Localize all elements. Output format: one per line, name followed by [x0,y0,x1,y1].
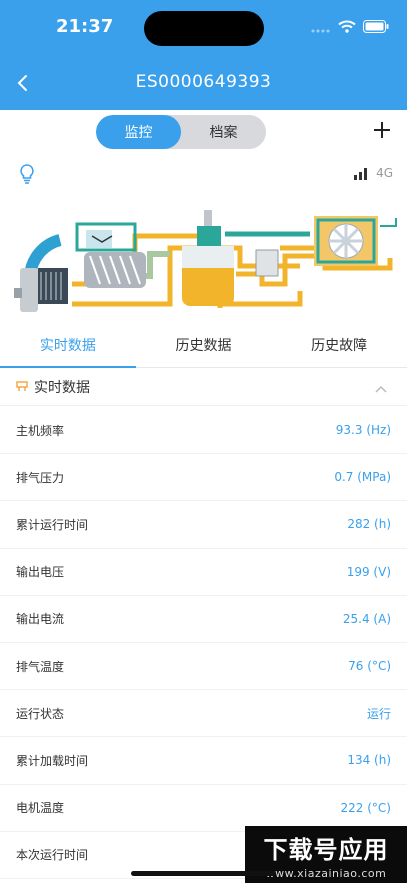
segment-archive[interactable]: 档案 [181,115,266,149]
watermark-main-text: 下载号应用 [263,835,389,864]
list-item: 累计运行时间 282 (h) [0,501,407,549]
chevron-up-icon[interactable] [375,380,387,399]
battery-icon [363,18,389,37]
row-value: 134 (h) [347,753,391,768]
list-item: 主机频率 93.3 (Hz) [0,407,407,455]
air-filter-assembly [75,222,137,252]
dynamic-island [144,11,264,46]
row-label: 排气压力 [16,470,65,485]
row-value: 25.4 (A) [342,611,391,626]
lightbulb-icon[interactable] [19,164,35,188]
valve-block [255,249,279,277]
home-indicator [131,871,276,876]
signal-bars-icon [354,168,368,180]
add-button[interactable] [373,119,391,143]
plus-icon [374,122,390,138]
separator-tank [182,210,234,306]
row-label: 运行状态 [16,706,65,721]
row-label: 累计加载时间 [16,753,89,768]
network-type-label: 4G [376,166,393,180]
cellular-icon [311,18,331,37]
row-label: 累计运行时间 [16,517,89,532]
row-label: 本次运行时间 [16,848,89,863]
list-item: 排气压力 0.7 (MPa) [0,454,407,502]
wifi-icon [338,18,356,37]
row-label: 输出电流 [16,612,65,627]
compressor-diagram [0,196,407,322]
row-value: 0.7 (MPa) [334,470,391,485]
motor-unit [14,268,68,312]
watermark-url: www.xiazainiao.com [265,866,387,880]
row-label: 排气温度 [16,659,65,674]
list-item: 排气温度 76 (°C) [0,643,407,691]
row-value: 282 (h) [347,517,391,532]
cooler-unit [314,216,397,266]
list-item: 电机温度 222 (°C) [0,785,407,832]
signal-indicator: 4G [354,166,393,180]
status-icons [311,18,389,37]
row-label: 电机温度 [16,801,65,816]
row-label: 主机频率 [16,423,65,438]
tab-history-data[interactable]: 历史数据 [136,323,272,367]
view-segment-control: 监控 档案 [96,115,266,149]
data-tabs: 实时数据 历史数据 历史故障 [0,323,407,368]
section-title: 实时数据 [34,379,90,396]
row-value: 运行 [366,706,391,721]
list-item: 累计加载时间 134 (h) [0,737,407,785]
compressor-unit [84,252,146,288]
tab-realtime-data[interactable]: 实时数据 [0,323,136,368]
row-value: 222 (°C) [340,800,391,815]
realtime-data-list: 主机频率 93.3 (Hz) 排气压力 0.7 (MPa) 累计运行时间 282 (h… [0,407,407,879]
row-label: 输出电压 [16,565,65,580]
page-title: ES0000649393 [135,72,272,92]
row-value: 199 (V) [346,564,391,579]
list-item: 输出电流 25.4 (A) [0,596,407,643]
list-item: 输出电压 199 (V) [0,549,407,596]
header-bar: 21:37 ES0000649393 [0,0,407,110]
segment-monitor[interactable]: 监控 [96,115,181,149]
realtime-section-header[interactable]: 实时数据 [0,368,407,406]
list-item: 运行状态 运行 [0,690,407,738]
status-time: 21:37 [56,16,114,37]
tab-history-faults[interactable]: 历史故障 [271,323,407,367]
row-value: 93.3 (Hz) [335,423,391,438]
section-icon [16,377,28,396]
row-value: 76 (°C) [348,659,391,674]
